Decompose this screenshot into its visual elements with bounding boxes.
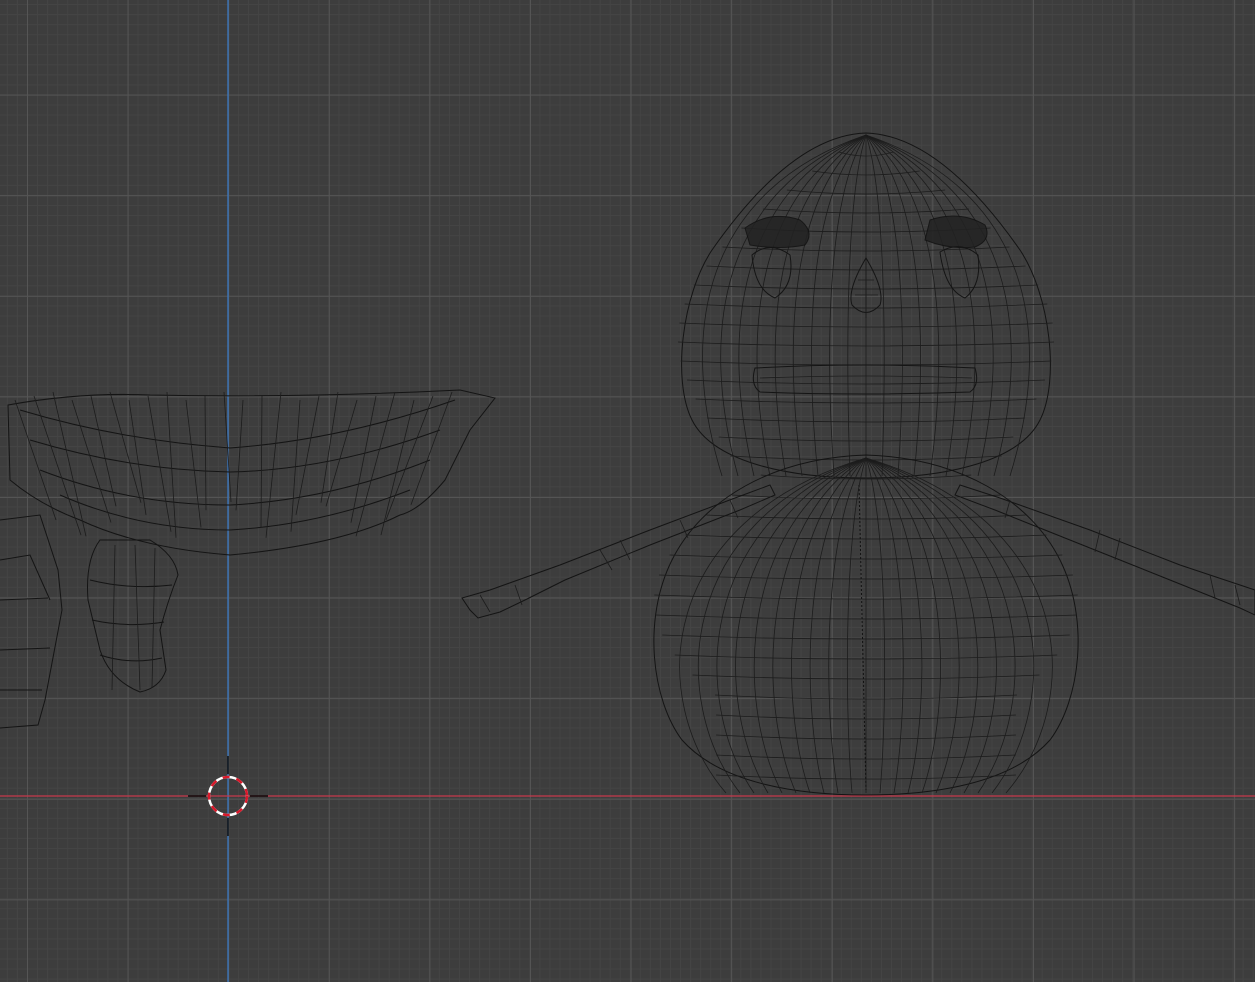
viewport-scene [0, 0, 1255, 982]
snowman-mesh[interactable] [461, 132, 1255, 796]
3d-viewport[interactable] [0, 0, 1255, 982]
basket-mesh[interactable] [0, 389, 496, 729]
